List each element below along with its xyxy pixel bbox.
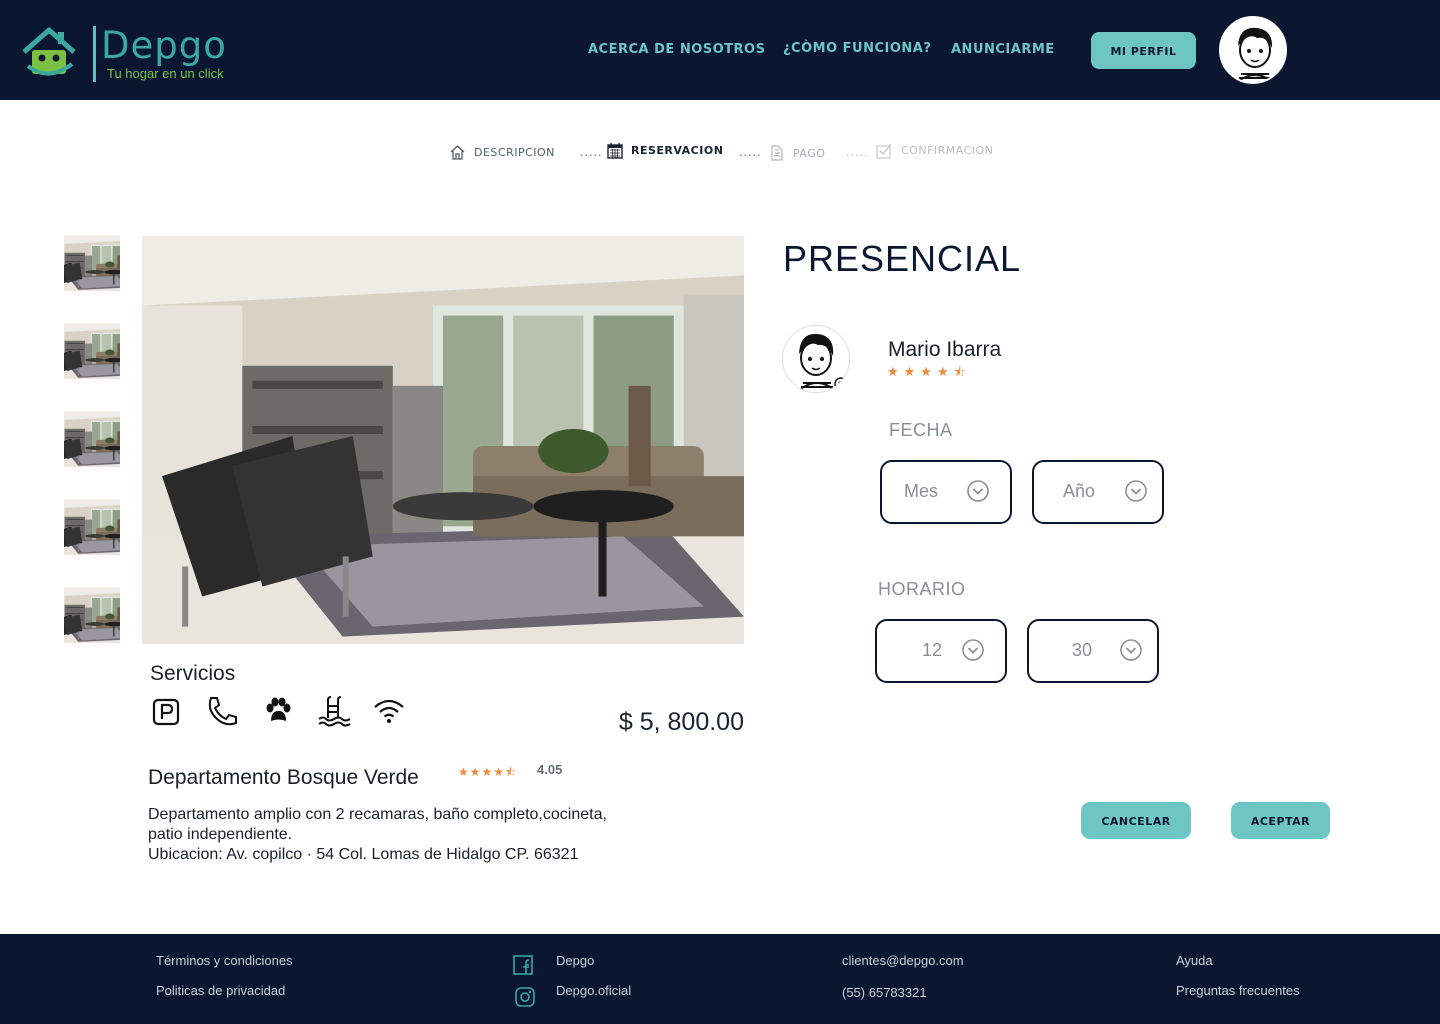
hour-select-value: 12	[922, 640, 943, 660]
room-photo	[64, 235, 120, 291]
minute-select-value: 30	[1072, 640, 1093, 660]
calendar-icon	[607, 143, 623, 159]
facebook-link[interactable]: Depgo	[556, 953, 594, 968]
step-confirmation[interactable]: CONFIRMACION	[876, 142, 993, 159]
step-reservation[interactable]: RESERVACION	[607, 142, 723, 159]
step-separator: .....	[580, 146, 603, 159]
my-profile-button[interactable]: MI PERFIL	[1091, 32, 1196, 69]
step-separator: .....	[739, 146, 762, 159]
room-photo	[64, 499, 120, 555]
confirmation-check-icon	[876, 143, 892, 159]
payment-icon	[771, 145, 783, 161]
facebook-icon[interactable]	[512, 954, 534, 976]
site-footer: Términos y condiciones Politicas de priv…	[0, 934, 1440, 1024]
property-address: Ubicacion: Av. copilco · 54 Col. Lomas d…	[148, 846, 579, 863]
step-separator: .....	[846, 146, 869, 159]
gallery-thumbnail[interactable]	[64, 323, 120, 379]
property-rating-stars: ★★★★⯪	[458, 765, 518, 779]
chevron-down-icon	[962, 639, 984, 661]
reservation-mode-title: PRESENCIAL	[783, 238, 1022, 279]
step-payment-label: PAGO	[793, 146, 826, 160]
chevron-down-icon	[1125, 480, 1147, 502]
step-description-label: DESCRIPCION	[474, 146, 555, 159]
reservation-stepper: DESCRIPCION ..... RESERVACION ..... PAGO…	[449, 142, 1029, 166]
pool-icon	[318, 696, 351, 727]
chevron-down-icon	[967, 480, 989, 502]
cancel-button[interactable]: CANCELAR	[1081, 802, 1191, 839]
description-line: Departamento amplio con 2 recamaras, bañ…	[148, 806, 607, 823]
phone-icon	[208, 697, 237, 726]
nav-how-it-works[interactable]: ¿CÒMO FUNCIONA?	[783, 41, 931, 56]
year-select-value: Año	[1063, 481, 1096, 501]
host-rating-stars: ★★★★⯪	[887, 365, 971, 380]
services-heading: Servicios	[150, 662, 236, 685]
main-property-photo[interactable]	[142, 236, 744, 644]
living-room-photo	[142, 236, 744, 644]
brand-logo[interactable]: Depgo Tu hogar en un click	[18, 24, 248, 84]
gallery-thumbnail[interactable]	[64, 499, 120, 555]
date-label: FECHA	[889, 420, 953, 440]
email-link[interactable]: clientes@depgo.com	[842, 953, 964, 968]
property-rating-value: 4.05	[537, 762, 563, 777]
step-confirmation-label: CONFIRMACION	[901, 144, 994, 157]
parking-icon	[152, 698, 180, 726]
time-label: HORARIO	[878, 579, 966, 599]
room-photo	[64, 323, 120, 379]
instagram-icon[interactable]	[514, 986, 536, 1008]
phone-number[interactable]: (55) 65783321	[842, 985, 927, 1000]
property-price: $ 5, 800.00	[618, 708, 744, 736]
minute-select[interactable]: 30	[1027, 619, 1159, 683]
property-description: Departamento amplio con 2 recamaras, bañ…	[148, 805, 708, 865]
home-icon	[450, 145, 465, 160]
house-logo-icon	[22, 27, 76, 76]
faq-link[interactable]: Preguntas frecuentes	[1176, 983, 1300, 998]
privacy-link[interactable]: Politicas de privacidad	[156, 983, 285, 998]
month-select[interactable]: Mes	[880, 460, 1012, 524]
step-reservation-label: RESERVACION	[631, 144, 724, 157]
chevron-down-icon	[1120, 639, 1142, 661]
gallery-thumbnail[interactable]	[64, 411, 120, 467]
terms-link[interactable]: Términos y condiciones	[156, 953, 293, 968]
cartoon-face-icon	[783, 326, 849, 392]
year-select[interactable]: Año	[1032, 460, 1164, 524]
property-title: Departamento Bosque Verde	[148, 766, 419, 789]
user-avatar[interactable]	[1219, 16, 1287, 84]
month-select-value: Mes	[904, 481, 939, 501]
description-line: patio independiente.	[148, 826, 293, 843]
brand-tagline: Tu hogar en un click	[107, 66, 224, 81]
room-photo	[64, 411, 120, 467]
top-header: Depgo Tu hogar en un click ACERCA DE NOS…	[0, 0, 1440, 100]
help-link[interactable]: Ayuda	[1176, 953, 1213, 968]
host-avatar[interactable]	[782, 325, 850, 393]
room-photo	[64, 587, 120, 643]
host-name: Mario Ibarra	[888, 338, 1002, 361]
step-payment[interactable]: PAGO	[769, 144, 825, 162]
accept-button[interactable]: ACEPTAR	[1231, 802, 1330, 839]
nav-about-us[interactable]: ACERCA DE NOSOTROS	[588, 42, 765, 57]
instagram-link[interactable]: Depgo.oficial	[556, 983, 631, 998]
step-description[interactable]: DESCRIPCION	[449, 144, 555, 161]
logo-divider	[93, 26, 96, 82]
cartoon-face-icon	[1221, 18, 1285, 82]
pet-paw-icon	[266, 697, 291, 721]
gallery-thumbnail[interactable]	[64, 587, 120, 643]
brand-name: Depgo	[101, 24, 227, 67]
gallery-thumbnail[interactable]	[64, 235, 120, 291]
hour-select[interactable]: 12	[875, 619, 1007, 683]
nav-advertise[interactable]: ANUNCIARME	[951, 42, 1055, 57]
wifi-icon	[374, 699, 404, 723]
